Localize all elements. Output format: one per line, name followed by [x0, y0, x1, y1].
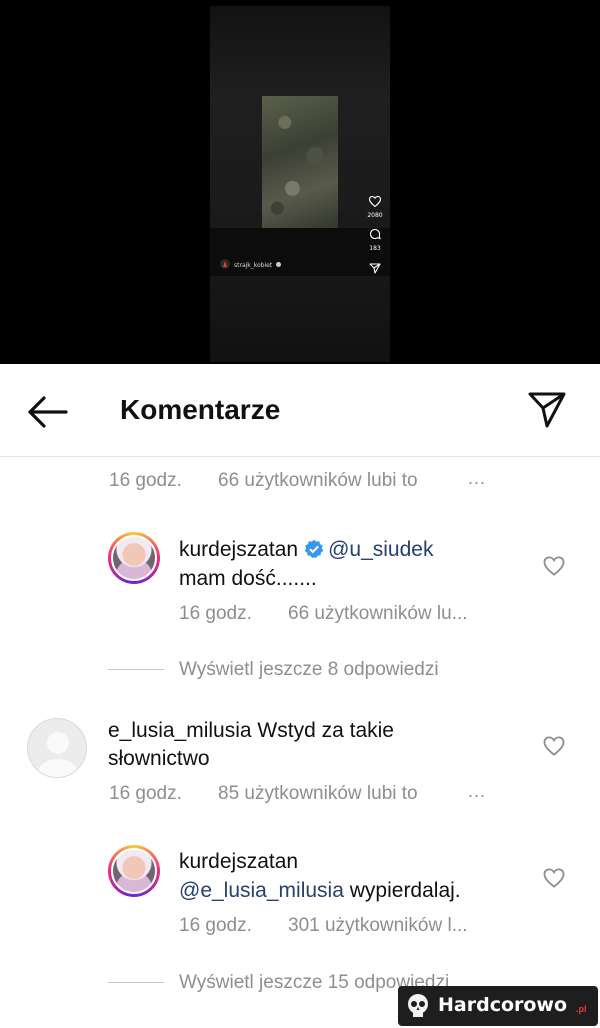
skull-icon [408, 994, 428, 1017]
watermark-suffix: .pl [576, 1004, 587, 1014]
comment-like-count[interactable]: 85 użytkowników lubi to [218, 783, 418, 805]
comment-body: kurdejszatan @u_siudek [179, 535, 433, 564]
heart-icon[interactable] [543, 868, 565, 888]
comment-text-continued: słownictwo [108, 747, 210, 770]
video-verified-icon [276, 262, 282, 267]
comment-text: mam dość....... [179, 567, 317, 590]
back-arrow-icon[interactable] [26, 394, 68, 430]
watermark-logo: Hardcorowo .pl [398, 986, 598, 1026]
comment-username[interactable]: e_lusia_milusia [108, 719, 252, 742]
send-icon[interactable] [526, 390, 568, 430]
avatar-photo [111, 848, 157, 894]
comment-username[interactable]: kurdejszatan [179, 538, 298, 561]
avatar[interactable] [108, 845, 160, 897]
heart-icon[interactable] [543, 736, 565, 756]
comment-timestamp[interactable]: 16 godz. [179, 603, 252, 625]
video-heart-icon[interactable] [369, 196, 381, 207]
comment-text: Wstyd za takie [257, 719, 394, 742]
heart-icon[interactable] [543, 556, 565, 576]
video-share-icon[interactable] [369, 263, 381, 274]
video-avatar-icon[interactable] [220, 259, 230, 269]
comment-body: @e_lusia_milusia wypierdalaj. [179, 876, 461, 905]
avatar-photo [111, 535, 157, 581]
comment-mention[interactable]: @e_lusia_milusia [179, 879, 344, 902]
page-title: Komentarze [120, 394, 281, 425]
comment-body: e_lusia_milusia Wstyd za takie [108, 716, 394, 745]
video-username[interactable]: strajk_kobiet [234, 262, 282, 269]
video-like-count: 2080 [367, 212, 383, 219]
comment-username[interactable]: kurdejszatan [179, 847, 298, 876]
comment-text: wypierdalaj. [349, 879, 461, 902]
comment-more-options[interactable]: ... [468, 468, 486, 489]
verified-icon [304, 539, 324, 559]
default-avatar-icon [37, 732, 79, 777]
replies-divider [108, 669, 164, 670]
comment-mention[interactable]: @u_siudek [328, 538, 433, 561]
watermark-text: Hardcorowo [438, 994, 568, 1016]
video-thumbnail[interactable] [262, 96, 338, 228]
avatar[interactable] [108, 532, 160, 584]
comment-timestamp[interactable]: 16 godz. [179, 915, 252, 937]
video-comment-icon[interactable] [369, 228, 381, 240]
replies-divider [108, 982, 164, 983]
comment-timestamp[interactable]: 16 godz. [109, 783, 182, 805]
video-comment-count: 183 [369, 245, 381, 252]
comment-like-count[interactable]: 301 użytkowników l... [288, 915, 468, 937]
comments-header [0, 364, 600, 457]
comment-like-count[interactable]: 66 użytkowników lubi to [218, 470, 418, 492]
avatar[interactable] [27, 718, 87, 778]
view-more-replies-button[interactable]: Wyświetl jeszcze 8 odpowiedzi [179, 659, 439, 681]
comment-like-count[interactable]: 66 użytkowników lu... [288, 603, 468, 625]
comment-more-options[interactable]: ... [468, 781, 486, 802]
comment-timestamp[interactable]: 16 godz. [109, 470, 182, 492]
